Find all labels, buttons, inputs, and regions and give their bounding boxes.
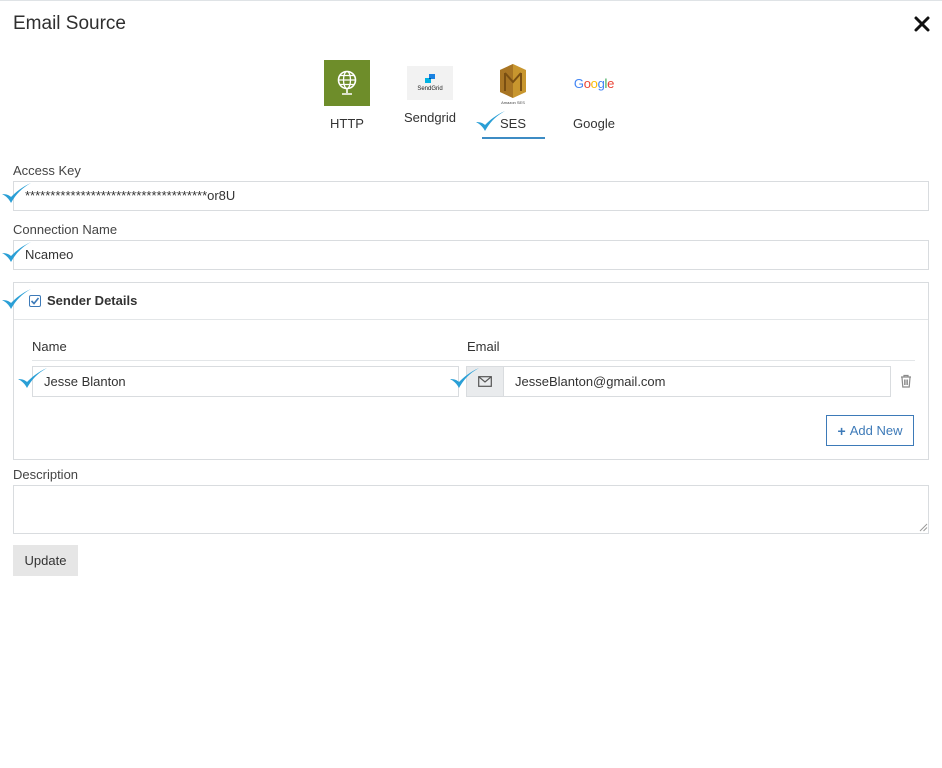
sender-details-header: Sender Details xyxy=(14,283,928,320)
checkmark-icon xyxy=(476,111,505,131)
checkmark-icon xyxy=(450,368,479,388)
close-icon[interactable] xyxy=(913,15,931,33)
connection-name-label: Connection Name xyxy=(13,222,118,237)
selected-provider-indicator xyxy=(482,137,545,139)
provider-label: Sendgrid xyxy=(403,110,457,125)
ses-logo-text: Amazon SES xyxy=(501,99,525,105)
plus-icon: + xyxy=(837,422,846,439)
sender-details-title: Sender Details xyxy=(47,293,138,308)
connection-name-input[interactable]: Ncameo xyxy=(13,240,929,270)
provider-google[interactable]: Google Google xyxy=(559,60,629,132)
email-column-header: Email xyxy=(467,339,500,354)
dialog-title: Email Source xyxy=(13,13,126,34)
provider-http[interactable]: HTTP xyxy=(312,60,382,131)
provider-sendgrid[interactable]: SendGrid Sendgrid xyxy=(395,60,465,125)
sendgrid-logo-text: SendGrid xyxy=(417,85,443,92)
checkmark-icon xyxy=(18,368,47,388)
amazon-ses-logo: Amazon SES xyxy=(490,60,536,106)
provider-label: HTTP xyxy=(330,116,364,131)
add-new-button[interactable]: + Add New xyxy=(826,415,914,446)
name-column-header: Name xyxy=(32,339,67,354)
access-key-input[interactable]: ************************************or8U xyxy=(13,181,929,211)
resize-handle-icon[interactable] xyxy=(919,523,928,532)
add-new-label: Add New xyxy=(849,423,903,438)
description-textarea[interactable] xyxy=(13,485,929,534)
checkmark-icon xyxy=(2,242,31,262)
checkmark-icon xyxy=(2,289,31,309)
sender-email-input[interactable]: JesseBlanton@gmail.com xyxy=(503,366,891,397)
sendgrid-logo: SendGrid xyxy=(407,66,453,100)
top-border xyxy=(0,0,942,1)
divider xyxy=(32,360,915,361)
provider-label: Google xyxy=(573,116,615,131)
access-key-label: Access Key xyxy=(13,163,81,178)
update-button[interactable]: Update xyxy=(13,545,78,576)
trash-icon[interactable] xyxy=(899,374,913,388)
google-logo: Google xyxy=(573,75,615,91)
sender-name-input[interactable]: Jesse Blanton xyxy=(32,366,459,397)
description-label: Description xyxy=(13,467,79,482)
globe-icon xyxy=(324,60,370,106)
checkmark-icon xyxy=(2,183,31,203)
